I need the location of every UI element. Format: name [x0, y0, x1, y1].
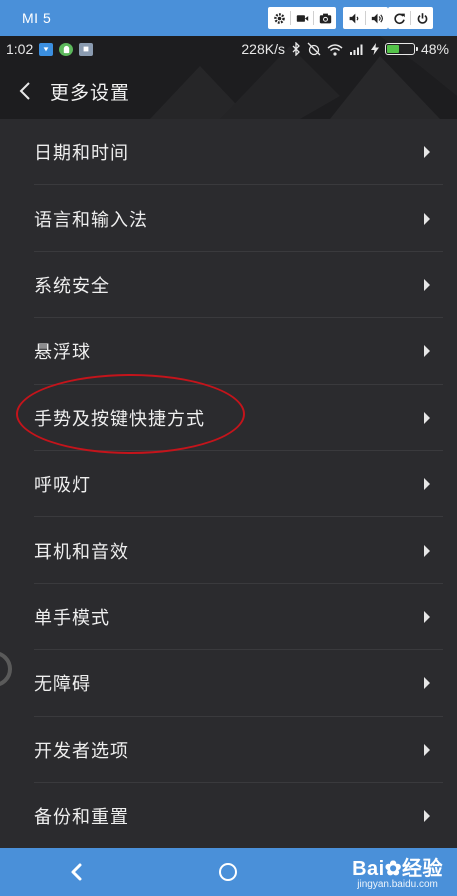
watermark-logo: Bai✿经验 — [352, 852, 443, 881]
settings-item[interactable]: 开发者选项 — [0, 717, 457, 784]
settings-item[interactable]: 备份和重置 — [0, 783, 457, 848]
status-bar: 1:02 228K/s 48% — [0, 36, 457, 62]
battery-level-fill — [386, 45, 400, 53]
settings-item[interactable]: 呼吸灯 — [0, 451, 457, 518]
chevron-right-icon — [424, 478, 430, 491]
chevron-right-icon — [424, 345, 430, 358]
back-arrow-icon[interactable] — [18, 81, 32, 101]
chevron-right-icon — [424, 411, 430, 424]
chevron-right-icon — [424, 810, 430, 823]
navigation-bar: Bai✿经验 jingyan.baidu.com — [0, 848, 457, 896]
chevron-right-icon — [424, 212, 430, 225]
chevron-right-icon — [424, 146, 430, 159]
wifi-icon — [327, 43, 343, 56]
net-speed: 228K/s — [241, 41, 285, 57]
android-notification-icon — [59, 42, 74, 56]
emulator-toolbar: MI 5 — [0, 0, 457, 36]
rotate-icon[interactable] — [388, 7, 410, 29]
battery-icon — [384, 43, 418, 55]
settings-item-label: 日期和时间 — [34, 143, 129, 165]
watermark-brand-suffix: 经验 — [402, 858, 443, 880]
emulator-title: MI 5 — [22, 10, 52, 26]
highlight-annotation-ellipse — [16, 374, 245, 454]
emulator-media-controls — [268, 7, 336, 29]
settings-item[interactable]: 系统安全 — [0, 252, 457, 319]
nav-home-icon[interactable] — [219, 863, 237, 881]
settings-item[interactable]: 耳机和音效 — [0, 517, 457, 585]
status-time: 1:02 — [6, 41, 34, 57]
video-record-icon[interactable] — [291, 7, 313, 29]
app-notification-icon — [39, 42, 54, 56]
settings-item-label: 单手模式 — [34, 607, 110, 629]
settings-list: 日期和时间 语言和输入法 系统安全 悬浮球 手势及按键快捷方式 呼吸灯 耳机和音效 单手模式无… — [0, 119, 457, 848]
emulator-volume-controls — [343, 7, 388, 29]
chevron-right-icon — [424, 677, 430, 690]
page-title: 更多设置 — [50, 81, 131, 104]
charging-bolt-icon — [370, 43, 379, 55]
settings-item-label: 无障碍 — [34, 674, 91, 696]
emulator-power-controls — [388, 7, 433, 29]
chevron-right-icon — [424, 743, 430, 756]
settings-item[interactable]: 单手模式 — [0, 584, 457, 651]
title-row: 更多设置 — [0, 72, 457, 110]
paw-icon: ✿ — [384, 858, 402, 880]
settings-item-label: 备份和重置 — [34, 807, 129, 829]
nav-back-icon[interactable] — [68, 862, 84, 882]
watermark-url: jingyan.baidu.com — [357, 879, 438, 890]
settings-gear-icon[interactable] — [268, 7, 290, 29]
alarm-off-icon — [307, 42, 321, 56]
settings-item-label: 耳机和音效 — [34, 541, 129, 563]
settings-item[interactable]: 无障碍 — [0, 650, 457, 717]
status-right-group: 228K/s 48% — [241, 36, 449, 62]
settings-item-label: 开发者选项 — [34, 740, 129, 762]
settings-item[interactable]: 日期和时间 — [0, 119, 457, 186]
signal-icon — [349, 44, 363, 55]
volume-down-icon[interactable] — [343, 7, 365, 29]
settings-item[interactable]: 语言和输入法 — [0, 185, 457, 253]
settings-item-label: 系统安全 — [34, 275, 110, 297]
power-icon[interactable] — [411, 7, 433, 29]
chevron-right-icon — [424, 610, 430, 623]
bluetooth-icon — [292, 42, 300, 56]
settings-item[interactable]: 悬浮球 — [0, 318, 457, 385]
battery-percent: 48% — [420, 41, 449, 57]
settings-item-label: 呼吸灯 — [34, 475, 91, 497]
camera-icon[interactable] — [314, 7, 336, 29]
phone-screen: 1:02 228K/s 48% 更多设置 日期和时间 语言和输入法 系统安全 悬浮球手… — [0, 36, 457, 848]
settings-item-label: 语言和输入法 — [34, 209, 148, 231]
chevron-right-icon — [424, 278, 430, 291]
storage-notification-icon — [79, 42, 94, 56]
chevron-right-icon — [424, 544, 430, 557]
watermark: Bai✿经验 jingyan.baidu.com — [352, 852, 443, 890]
volume-up-icon[interactable] — [366, 7, 388, 29]
settings-item-label: 悬浮球 — [34, 342, 91, 364]
watermark-brand: Bai — [352, 858, 385, 880]
